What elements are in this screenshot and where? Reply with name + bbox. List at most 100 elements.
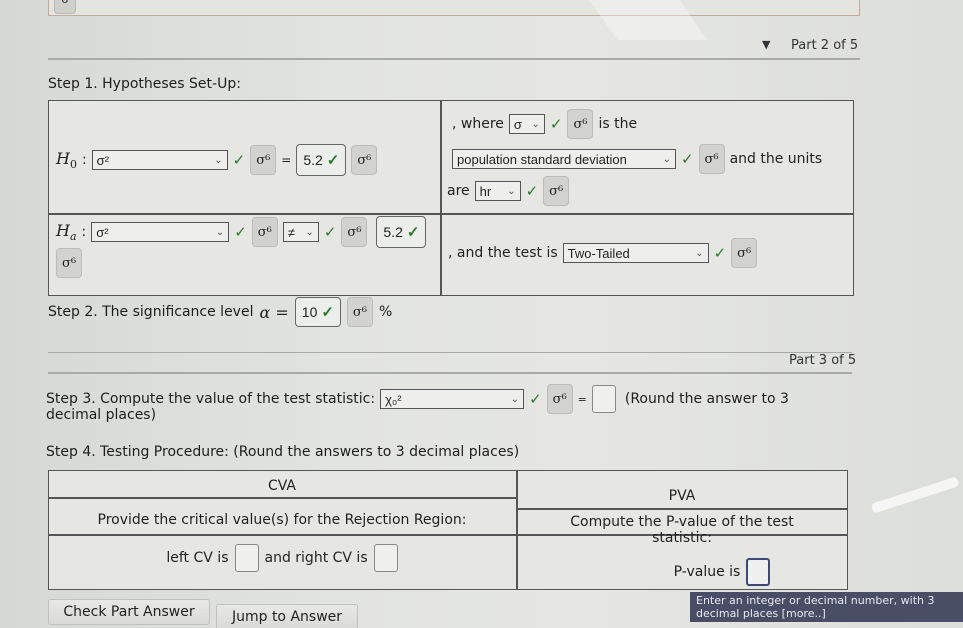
round-instruction: (Round the answer to 3: [624, 391, 789, 407]
test-type-text: , and the test is: [448, 245, 558, 261]
right-cv-label: and right CV is: [264, 550, 368, 566]
ha-value-field[interactable]: 5.2 ✓: [376, 216, 427, 248]
input-hint-tooltip: Enter an integer or decimal number, with…: [690, 592, 963, 622]
where-parameter-select[interactable]: σ ⌄: [508, 114, 545, 134]
ha-key-wrap: σ⁶: [56, 248, 82, 278]
key-icon[interactable]: σ⁶: [698, 144, 725, 174]
h0-value: 5.2: [303, 152, 323, 168]
test-type-row: , and the test is Two-Tailed ⌄ ✓ σ⁶: [448, 238, 758, 268]
tooltip-more-link[interactable]: decimal places [more..]: [696, 607, 957, 620]
units-value: hr: [479, 183, 492, 199]
check-icon: ✓: [525, 182, 539, 200]
cva-header: CVA: [267, 478, 297, 494]
chevron-down-icon: ⌄: [695, 247, 704, 259]
right-cv-input[interactable]: [373, 544, 398, 572]
test-type-select[interactable]: Two-Tailed ⌄: [562, 243, 709, 263]
percent-sign: %: [378, 304, 393, 320]
key-icon[interactable]: σ⁶: [351, 145, 378, 175]
table-divider: [440, 100, 442, 296]
key-icon[interactable]: σ⁶: [251, 217, 278, 247]
key-icon[interactable]: σ⁶: [543, 176, 570, 206]
ha-parameter-value: σ²: [96, 224, 109, 240]
where-row: , where σ ⌄ ✓ σ⁶ is the: [452, 109, 637, 139]
check-icon: ✓: [549, 115, 563, 133]
ha-value: 5.2: [383, 224, 403, 240]
pva-prompt-line1: Compute the P-value of the test: [570, 514, 794, 530]
divider: [48, 58, 860, 60]
equals-sign: =: [577, 392, 587, 406]
units-row: are hr ⌄ ✓ σ⁶: [447, 176, 570, 206]
cv-row: left CV is and right CV is: [48, 544, 516, 572]
step4-text: Step 4. Testing Procedure: (Round the an…: [46, 444, 520, 460]
check-icon: ✓: [529, 390, 542, 408]
where-text: , where: [452, 116, 504, 132]
h0-colon: :: [81, 152, 87, 168]
h0-parameter-select[interactable]: σ² ⌄: [91, 150, 228, 170]
step3-row: Step 3. Compute the value of the test st…: [46, 384, 789, 414]
check-icon: ✓: [234, 223, 247, 241]
key-icon[interactable]: σ⁶: [346, 297, 373, 327]
key-icon[interactable]: σ⁶: [546, 384, 573, 414]
table-divider: [48, 213, 854, 215]
key-icon[interactable]: σ⁶: [567, 109, 594, 139]
description-row: population standard deviation ⌄ ✓ σ⁶ and…: [452, 144, 822, 174]
check-icon: ✓: [713, 244, 727, 262]
test-statistic-value: χ₀²: [385, 391, 402, 407]
previous-part-panel: [48, 0, 860, 16]
chevron-down-icon: ⌄: [215, 226, 225, 238]
chevron-down-icon: ⌄: [305, 226, 314, 238]
description-select[interactable]: population standard deviation ⌄: [452, 149, 676, 169]
units-select[interactable]: hr ⌄: [474, 181, 521, 201]
h0-value-field[interactable]: 5.2 ✓: [296, 144, 347, 176]
chevron-down-icon: ⌄: [662, 153, 671, 165]
h0-equals: =: [281, 153, 292, 167]
cva-prompt: Provide the critical value(s) for the Re…: [97, 512, 467, 528]
are-text: are: [447, 183, 470, 199]
jump-to-answer-button[interactable]: Jump to Answer: [216, 604, 358, 628]
screen-glare: [870, 476, 960, 514]
key-icon[interactable]: σ⁶: [56, 248, 82, 278]
pva-prompt-line2: statistic:: [652, 530, 712, 546]
h0-parameter-value: σ²: [96, 152, 110, 168]
chevron-down-icon: ⌄: [507, 185, 516, 197]
alpha-symbol: α =: [259, 302, 289, 322]
ha-operator-value: ≠: [287, 224, 295, 240]
description-value: population standard deviation: [457, 151, 627, 167]
alpha-value-field[interactable]: 10 ✓: [294, 297, 341, 327]
key-icon[interactable]: σ⁶: [731, 238, 758, 268]
check-icon: ✓: [406, 224, 420, 241]
chevron-down-icon: ⌄: [214, 154, 223, 166]
where-parameter-value: σ: [513, 116, 522, 132]
step2-text: Step 2. The significance level: [48, 304, 254, 320]
test-type-value: Two-Tailed: [567, 245, 630, 261]
chevron-down-icon: ⌄: [510, 393, 520, 405]
round-instruction-cont: decimal places): [46, 407, 157, 423]
check-icon: ✓: [326, 152, 340, 169]
left-cv-label: left CV is: [166, 550, 229, 566]
test-statistic-select[interactable]: χ₀² ⌄: [380, 389, 525, 409]
check-icon: ✓: [321, 304, 334, 321]
check-icon: ✓: [323, 223, 337, 241]
pvalue-input[interactable]: [746, 558, 771, 586]
ha-colon: :: [81, 224, 87, 240]
key-icon[interactable]: σ: [54, 0, 76, 14]
left-cv-input[interactable]: [234, 544, 259, 572]
h0-label: H0: [56, 148, 77, 172]
step2-row: Step 2. The significance level α = 10 ✓ …: [48, 297, 392, 327]
ha-parameter-select[interactable]: σ² ⌄: [91, 222, 230, 242]
ha-operator-select[interactable]: ≠ ⌄: [282, 222, 319, 242]
ha-row: Ha : σ² ⌄ ✓ σ⁶ ≠ ⌄ ✓ σ⁶ 5.2 ✓: [56, 216, 427, 248]
part-2-label: Part 2 of 5: [791, 38, 859, 53]
divider: [48, 372, 852, 374]
units-text: and the units: [729, 151, 823, 167]
table-divider: [48, 497, 516, 499]
ha-label: Ha: [56, 220, 77, 244]
test-statistic-input[interactable]: [591, 385, 616, 413]
key-icon[interactable]: σ⁶: [341, 217, 368, 247]
key-icon[interactable]: σ⁶: [250, 145, 277, 175]
collapse-triangle-icon[interactable]: ▼: [762, 38, 770, 51]
step1-title: Step 1. Hypotheses Set-Up:: [48, 76, 241, 92]
h0-row: H0 : σ² ⌄ ✓ σ⁶ = 5.2 ✓ σ⁶: [56, 144, 378, 176]
check-part-answer-button[interactable]: Check Part Answer: [48, 599, 210, 625]
is-the-text: is the: [598, 116, 638, 132]
